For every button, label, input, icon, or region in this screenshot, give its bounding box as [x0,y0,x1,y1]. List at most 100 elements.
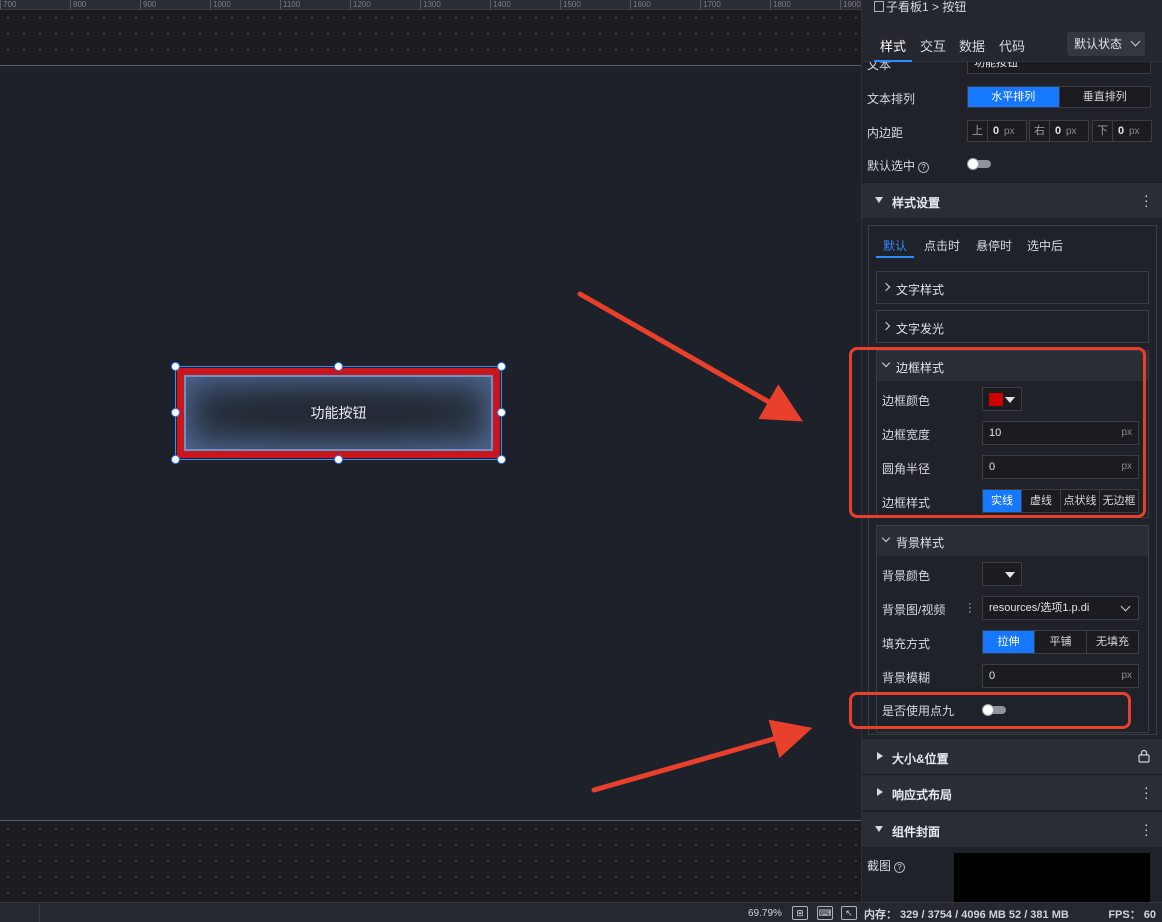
subtab-default[interactable]: 默认 [883,237,907,254]
caret-right-icon [877,752,883,760]
chevron-down-icon [881,358,891,368]
resize-handle-bottom-right[interactable] [497,455,506,464]
more-vertical-icon[interactable]: · · · [1144,817,1149,841]
padding-top-unit: px [1004,126,1015,137]
resize-handle-right[interactable] [497,408,506,417]
ruler-tick: 1200 [350,0,371,9]
border-width-input[interactable]: 10 px [982,421,1139,445]
resize-handle-top-left[interactable] [171,362,180,371]
nine-patch-toggle[interactable] [982,704,1006,716]
resize-handle-top-right[interactable] [497,362,506,371]
ruler-tick: 1800 [770,0,791,9]
ruler-tick: 1500 [560,0,581,9]
text-label: 文本 [867,58,892,72]
fill-stretch-option[interactable]: 拉伸 [983,631,1035,653]
corner-radius-unit: px [1121,461,1132,472]
text-glow-panel[interactable]: 文字发光 [876,310,1149,343]
padding-right-field[interactable]: 右 0 px [1029,120,1089,142]
background-image-value: resources/选项1.p.di [989,602,1090,614]
text-style-panel[interactable]: 文字样式 [876,271,1149,304]
fps-readout: FPS： 60 [1108,909,1156,921]
border-dotted-option[interactable]: 点状线 [1061,490,1100,512]
default-selected-text: 默认选中 [867,159,916,173]
border-color-label: 边框颜色 [882,394,931,408]
more-vertical-icon[interactable]: · · · [1144,780,1149,804]
resize-handle-left[interactable] [171,408,180,417]
border-color-chip [989,393,1003,406]
text-input[interactable]: 功能按钮 [967,52,1151,74]
more-vertical-icon[interactable]: · · · [968,599,972,618]
zoom-level[interactable]: 69.79% [748,908,782,919]
cover-screenshot-preview[interactable] [954,853,1150,902]
chevron-right-icon [881,282,891,292]
fill-none-option[interactable]: 无填充 [1087,631,1138,653]
pointer-icon[interactable]: ↖ [841,906,857,920]
border-color-picker[interactable] [982,387,1022,411]
responsive-layout-section-header[interactable]: 响应式布局 · · · [862,774,1162,810]
resize-handle-top[interactable] [334,362,343,371]
section-title: 响应式布局 [892,788,953,802]
help-icon[interactable]: ? [918,162,930,173]
selected-button-component[interactable]: 功能按钮 [171,362,506,464]
statusbar-left-cell [0,903,40,922]
horizontal-layout-option[interactable]: 水平排列 [968,87,1060,107]
ruler-tick: 1700 [700,0,721,9]
resize-handle-bottom-left[interactable] [171,455,180,464]
ruler-tick: 1100 [280,0,300,9]
background-style-group: 背景样式 背景颜色 背景图/视频 · · · resources/选项1.p.di … [876,525,1149,733]
fill-mode-toggle: 拉伸 平铺 无填充 [982,630,1139,654]
toggle-knob [967,158,979,170]
default-selected-toggle[interactable] [967,158,991,170]
size-position-section-header[interactable]: 大小&位置 [862,738,1162,774]
more-vertical-icon[interactable]: · · · [1144,188,1149,212]
toggle-knob [982,704,994,716]
horizontal-ruler: 700 800 900 1000 1100 1200 1300 1400 150… [0,0,861,10]
background-image-select[interactable]: resources/选项1.p.di [982,596,1139,620]
default-selected-label: 默认选中? [867,157,930,174]
subtab-hover[interactable]: 悬停时 [976,237,1012,254]
style-settings-section-header[interactable]: 样式设置 · · · [862,182,1162,218]
text-layout-label: 文本排列 [867,92,916,106]
button-label: 功能按钮 [310,405,367,421]
subtab-click[interactable]: 点击时 [924,237,960,254]
background-blur-label: 背景模糊 [882,671,931,685]
ruler-tick: 1300 [420,0,441,9]
background-blur-unit: px [1121,670,1132,681]
help-icon[interactable]: ? [894,862,906,873]
background-blur-input[interactable]: 0 px [982,664,1139,688]
padding-bottom-field[interactable]: 下 0 px [1092,120,1152,142]
corner-radius-input[interactable]: 0 px [982,455,1139,479]
tab-interaction[interactable]: 交互 [920,36,946,55]
fill-tile-option[interactable]: 平铺 [1035,631,1087,653]
border-none-option[interactable]: 无边框 [1100,490,1138,512]
corner-radius-value: 0 [989,461,996,473]
chevron-down-icon [1130,36,1141,47]
border-style-header[interactable]: 边框样式 [877,351,1148,381]
active-subtab-underline [876,256,914,258]
screenshot-label: 截图? [867,857,906,874]
border-dashed-option[interactable]: 虚线 [1022,490,1061,512]
background-style-header[interactable]: 背景样式 [877,526,1148,556]
background-color-label: 背景颜色 [882,569,931,583]
subtab-selected[interactable]: 选中后 [1027,237,1063,254]
style-settings-body: 默认 点击时 悬停时 选中后 文字样式 文字发光 边框样式 边框颜色 边框宽度 … [868,225,1157,735]
status-bar: 69.79% ⊞ ⌨ ↖ 内存： 329 / 3754 / 4096 MB 52… [0,902,1162,922]
component-cover-section-header[interactable]: 组件封面 · · · [862,811,1162,847]
border-type-toggle: 实线 虚线 点状线 无边框 [982,489,1139,513]
resize-handle-bottom[interactable] [334,455,343,464]
canvas-margin-bottom [0,820,861,902]
lock-icon[interactable] [1138,749,1150,763]
tab-style[interactable]: 样式 [880,36,906,55]
breadcrumb-parent[interactable]: 子看板1 [886,0,929,14]
vertical-layout-option[interactable]: 垂直排列 [1060,87,1151,107]
keyboard-icon[interactable]: ⌨ [817,906,833,920]
background-color-picker[interactable] [982,562,1022,586]
function-button[interactable]: 功能按钮 [177,368,500,458]
fit-screen-icon[interactable]: ⊞ [792,906,808,920]
padding-top-field[interactable]: 上 0 px [967,120,1027,142]
ruler-tick: 800 [70,0,86,9]
caret-right-icon [877,788,883,796]
border-solid-option[interactable]: 实线 [983,490,1022,512]
corner-radius-label: 圆角半径 [882,462,931,476]
memory-readout: 内存： 329 / 3754 / 4096 MB 52 / 381 MB [864,909,1069,921]
